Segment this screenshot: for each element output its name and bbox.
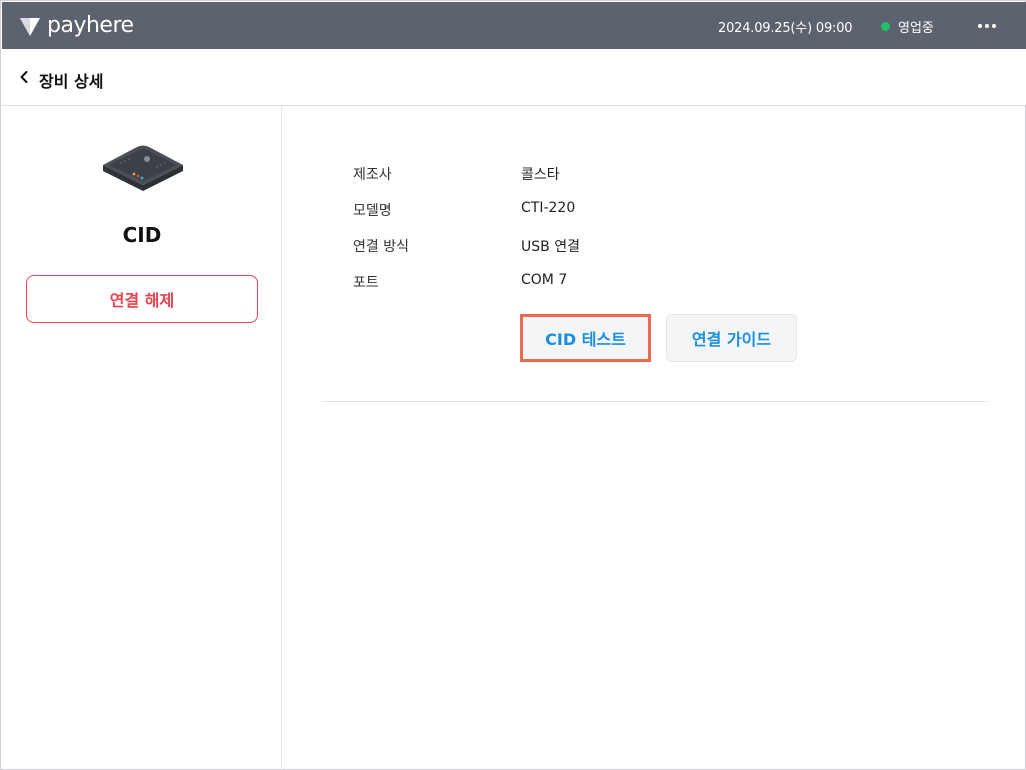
current-datetime: 2024.09.25(수) 09:00 bbox=[718, 21, 853, 36]
cid-test-button[interactable]: CID 테스트 bbox=[520, 314, 651, 362]
chevron-left-icon[interactable] bbox=[16, 69, 32, 85]
status-dot-icon bbox=[881, 22, 890, 31]
detail-label: 연결 방식 bbox=[353, 239, 409, 255]
device-detail-content: 제조사 콜스타 모델명 CTI-220 연결 방식 USB 연결 포트 COM … bbox=[283, 106, 1026, 770]
detail-value: USB 연결 bbox=[521, 239, 580, 255]
detail-value: CTI-220 bbox=[521, 200, 576, 216]
detail-value: 콜스타 bbox=[521, 167, 560, 183]
brand-logo: payhere bbox=[19, 14, 134, 38]
payhere-logo-icon bbox=[20, 18, 40, 36]
status-label: 영업중 bbox=[898, 21, 934, 36]
detail-value: COM 7 bbox=[521, 272, 568, 288]
device-summary-panel: CID 연결 해제 bbox=[2, 106, 282, 770]
top-bar: payhere 2024.09.25(수) 09:00 영업중 bbox=[2, 2, 1026, 49]
cid-device-image bbox=[103, 145, 183, 191]
connection-guide-button[interactable]: 연결 가이드 bbox=[666, 314, 797, 362]
detail-label: 모델명 bbox=[353, 203, 392, 219]
app-window: payhere 2024.09.25(수) 09:00 영업중 장비 상세 CI… bbox=[0, 0, 1026, 770]
detail-label: 제조사 bbox=[353, 167, 392, 183]
detail-label: 포트 bbox=[353, 275, 379, 291]
disconnect-button[interactable]: 연결 해제 bbox=[26, 275, 258, 323]
page-title: 장비 상세 bbox=[39, 72, 104, 91]
brand-name: payhere bbox=[47, 13, 134, 38]
divider bbox=[322, 401, 987, 402]
device-name: CID bbox=[122, 223, 162, 247]
more-horizontal-icon[interactable] bbox=[974, 16, 1000, 36]
page-header: 장비 상세 bbox=[2, 49, 1026, 106]
store-status: 영업중 bbox=[881, 17, 934, 36]
